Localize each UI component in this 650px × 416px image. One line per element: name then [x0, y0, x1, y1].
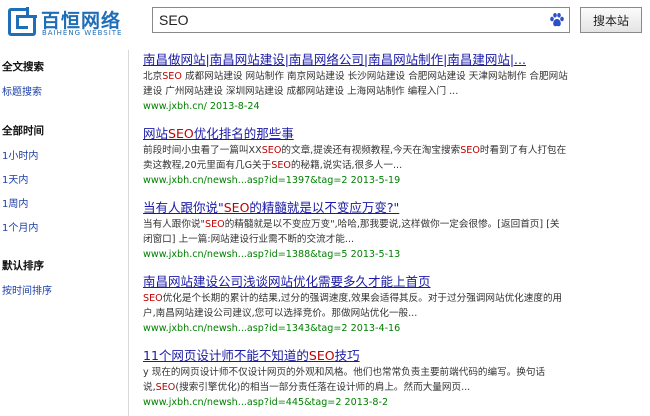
result-url[interactable]: www.jxbh.cn/newsh...asp?id=445&tag=2	[143, 397, 341, 408]
result-meta: www.jxbh.cn/ 2013-8-24	[143, 100, 643, 114]
result-meta: www.jxbh.cn/newsh...asp?id=1397&tag=2 20…	[143, 174, 643, 188]
result-date: 2013-5-19	[350, 175, 401, 186]
result-snippet: y 现在的网页设计师不仅设计网页的外观和风格。他们也常常负责主要前端代码的编写。…	[143, 367, 546, 393]
result-url[interactable]: www.jxbh.cn/newsh...asp?id=1343&tag=2	[143, 323, 348, 334]
search-button[interactable]: 搜本站	[580, 7, 642, 33]
sidebar-heading-default-sort[interactable]: 默认排序	[2, 258, 44, 273]
sidebar-link-1-month[interactable]: 1个月内	[2, 219, 38, 234]
result-snippet: 前段时间小虫看了一篇叫XXSEO的文章,提诶还有视频教程,今天在淘宝搜索SEO时…	[143, 145, 567, 171]
result-date: 2013-4-16	[350, 323, 401, 334]
search-input[interactable]	[153, 8, 543, 32]
result-date: 2013-8-24	[209, 101, 260, 112]
sidebar-heading-all-time[interactable]: 全部时间	[2, 123, 44, 138]
sidebar-link-1-day[interactable]: 1天内	[2, 171, 28, 186]
search-result: 当有人跟你说"SEO的精髓就是以不变应万变?" 当有人跟你说"SEO的精髓就是以…	[143, 200, 643, 262]
result-date: 2013-5-13	[350, 249, 401, 260]
baidu-paw-icon[interactable]	[549, 12, 565, 28]
result-title-link[interactable]: 南昌网站建设公司浅谈网站优化需要多久才能上首页	[143, 274, 643, 290]
sidebar-link-sort-by-time[interactable]: 按时间排序	[2, 282, 52, 297]
search-result: 网站SEO优化排名的那些事 前段时间小虫看了一篇叫XXSEO的文章,提诶还有视频…	[143, 126, 643, 188]
result-url[interactable]: www.jxbh.cn/	[143, 101, 207, 112]
result-title-link[interactable]: 南昌做网站|南昌网站建设|南昌网络公司|南昌网站制作|南昌建网站|...	[143, 52, 643, 68]
search-box	[152, 7, 570, 33]
sidebar-divider	[128, 50, 129, 416]
logo-subtitle: BAIHENG WEBSITE	[42, 29, 123, 37]
search-result: 南昌网站建设公司浅谈网站优化需要多久才能上首页 SEO优化是个长期的累计的结果,…	[143, 274, 643, 336]
site-logo[interactable]: 百恒网络 BAIHENG WEBSITE	[8, 5, 126, 39]
result-title-link[interactable]: 当有人跟你说"SEO的精髓就是以不变应万变?"	[143, 200, 643, 216]
result-title-link[interactable]: 11个网页设计师不能不知道的SEO技巧	[143, 348, 643, 364]
result-snippet: 北京SEO 成都网站建设 网站制作 南京网站建设 长沙网站建设 合肥网站建设 天…	[143, 71, 568, 97]
sidebar-heading-fulltext[interactable]: 全文搜索	[2, 59, 44, 74]
result-title-link[interactable]: 网站SEO优化排名的那些事	[143, 126, 643, 142]
sidebar-link-title-search[interactable]: 标题搜索	[2, 83, 42, 98]
logo-mark-icon	[8, 7, 37, 36]
sidebar-link-1-week[interactable]: 1周内	[2, 195, 28, 210]
result-url[interactable]: www.jxbh.cn/newsh...asp?id=1388&tag=5	[143, 249, 348, 260]
result-date: 2013-8-2	[344, 397, 389, 408]
result-snippet: SEO优化是个长期的累计的结果,过分的强调速度,效果会适得其反。对于过分强调网站…	[143, 293, 563, 319]
result-url[interactable]: www.jxbh.cn/newsh...asp?id=1397&tag=2	[143, 175, 348, 186]
result-meta: www.jxbh.cn/newsh...asp?id=1343&tag=2 20…	[143, 322, 643, 336]
result-meta: www.jxbh.cn/newsh...asp?id=445&tag=2 201…	[143, 396, 643, 410]
result-snippet: 当有人跟你说"SEO的精髓就是以不变应万变",哈哈,那我要说,这样做你一定会很惨…	[143, 219, 560, 245]
result-meta: www.jxbh.cn/newsh...asp?id=1388&tag=5 20…	[143, 248, 643, 262]
search-result: 南昌做网站|南昌网站建设|南昌网络公司|南昌网站制作|南昌建网站|... 北京S…	[143, 52, 643, 114]
sidebar-link-1-hour[interactable]: 1小时内	[2, 147, 38, 162]
search-result: 11个网页设计师不能不知道的SEO技巧 y 现在的网页设计师不仅设计网页的外观和…	[143, 348, 643, 410]
